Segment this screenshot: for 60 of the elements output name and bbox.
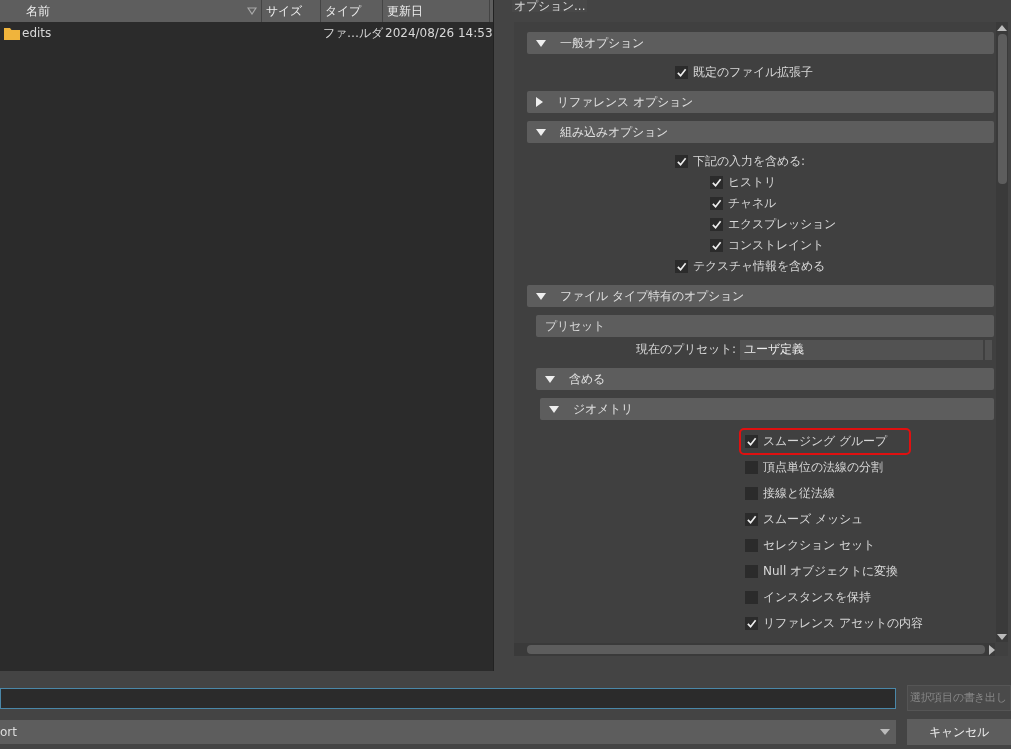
checkbox-label: 接線と従法線 [763, 484, 835, 502]
checkbox-label: コンストレイント [728, 237, 824, 254]
checkbox[interactable] [745, 434, 758, 448]
checkbox[interactable] [675, 66, 688, 79]
checkbox-label: チャネル [728, 195, 776, 212]
scroll-right-icon[interactable] [989, 644, 995, 655]
checkbox-label: 下記の入力を含める: [693, 153, 806, 170]
collapse-icon [545, 375, 555, 383]
preset-dropdown[interactable]: ユーザ定義 [740, 339, 983, 360]
column-header[interactable]: サイズ [262, 0, 321, 22]
collapse-icon [536, 128, 546, 136]
checkbox[interactable] [675, 260, 688, 273]
section-header[interactable]: リファレンス オプション [527, 91, 994, 113]
checkbox[interactable] [710, 197, 723, 210]
checkbox-label: スムーズ メッシュ [763, 510, 863, 528]
cancel-button[interactable]: キャンセル [907, 719, 1011, 745]
expand-icon [536, 97, 543, 107]
checkbox-label: ヒストリ [728, 174, 776, 191]
section-header[interactable]: 含める [536, 368, 994, 390]
horizontal-scrollbar[interactable] [514, 643, 995, 656]
checkbox-label: セレクション セット [763, 536, 875, 554]
collapse-icon [536, 292, 546, 300]
checkbox[interactable] [745, 616, 758, 630]
checkbox-label: インスタンスを保持 [763, 588, 871, 606]
column-header[interactable]: タイプ [321, 0, 383, 22]
checkbox[interactable] [710, 239, 723, 252]
checkbox[interactable] [710, 176, 723, 189]
column-header[interactable]: 名前 [0, 0, 262, 22]
checkbox[interactable] [675, 155, 688, 168]
group-header: プリセット [536, 315, 994, 337]
section-header[interactable]: ジオメトリ [540, 398, 994, 420]
collapse-icon [549, 405, 559, 413]
options-title: オプション... [512, 0, 588, 12]
file-type-dropdown[interactable]: ort [0, 720, 896, 744]
caret-icon [880, 729, 890, 735]
scrollbar-thumb[interactable] [527, 645, 985, 654]
scrollbar-thumb[interactable] [997, 34, 1007, 184]
section-header[interactable]: 一般オプション [527, 32, 994, 54]
checkbox-label: Null オブジェクトに変換 [763, 562, 899, 580]
checkbox[interactable] [745, 512, 758, 526]
file-type: ファ…ルダ [323, 24, 383, 42]
section-header[interactable]: ファイル タイプ特有のオプション [527, 285, 994, 307]
file-name[interactable]: edits [22, 26, 52, 40]
file-name-field[interactable] [0, 687, 896, 709]
file-date: 2024/08/26 14:53 [385, 26, 493, 40]
folder-icon [4, 26, 20, 40]
scroll-up-icon[interactable] [997, 25, 1007, 31]
field-label: 現在のプリセット: [634, 341, 737, 358]
checkbox-label: リファレンス アセットの内容 [763, 614, 923, 632]
checkbox-label: エクスプレッション [728, 216, 836, 233]
column-header[interactable]: 更新日 [383, 0, 490, 22]
checkbox-label: 頂点単位の法線の分割 [763, 458, 883, 476]
section-header[interactable]: 組み込みオプション [527, 121, 994, 143]
checkbox-label: 既定のファイル拡張子 [693, 64, 813, 81]
collapse-icon [536, 39, 546, 47]
vertical-scrollbar[interactable] [996, 22, 1008, 642]
checkbox-label: スムージング グループ [763, 432, 887, 450]
scroll-down-icon[interactable] [997, 634, 1007, 640]
checkbox-label: テクスチャ情報を含める [693, 258, 825, 275]
checkbox[interactable] [710, 218, 723, 231]
